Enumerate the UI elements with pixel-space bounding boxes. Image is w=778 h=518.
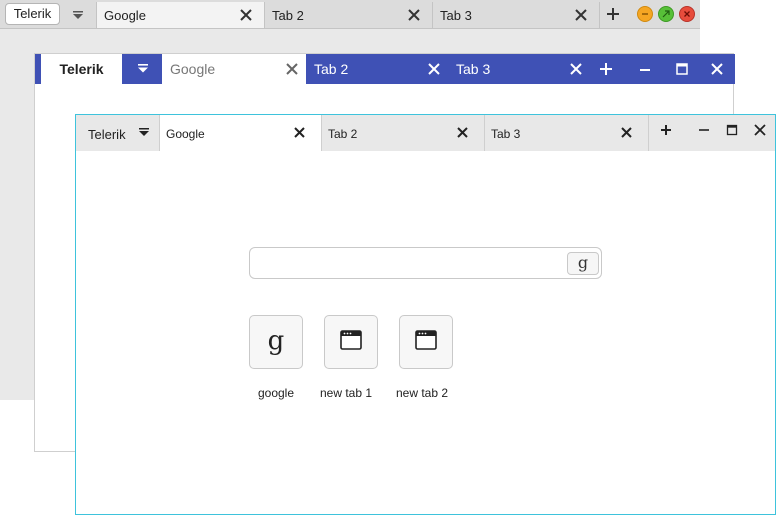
- tab-google[interactable]: Google: [162, 54, 306, 84]
- add-tab-icon[interactable]: [599, 62, 613, 76]
- brand-button[interactable]: Telerik: [88, 127, 126, 142]
- tab-2[interactable]: Tab 2: [306, 54, 448, 84]
- tab-label: Google: [104, 8, 146, 23]
- tab-label: Tab 3: [491, 127, 521, 141]
- tab-2[interactable]: Tab 2: [264, 2, 432, 28]
- shortcut-google[interactable]: g: [249, 315, 303, 369]
- tab-label: Tab 2: [328, 127, 358, 141]
- chevron-down-icon: [73, 11, 83, 19]
- add-tab-icon[interactable]: [660, 124, 672, 136]
- tab-list-dropdown[interactable]: [122, 54, 162, 84]
- tab-3[interactable]: Tab 3: [432, 2, 600, 28]
- tab-label: Tab 2: [314, 61, 349, 77]
- minimize-icon[interactable]: [698, 124, 710, 136]
- maximize-button[interactable]: [658, 6, 674, 22]
- close-icon[interactable]: [294, 127, 305, 138]
- tab-label: Tab 3: [440, 8, 472, 23]
- search-button[interactable]: g: [567, 252, 599, 275]
- minimize-icon[interactable]: [638, 62, 652, 76]
- tab-google[interactable]: Google: [96, 2, 264, 28]
- tab-google[interactable]: Google: [159, 115, 322, 151]
- shortcut-new-tab-1[interactable]: [324, 315, 378, 369]
- close-window-button[interactable]: [679, 6, 695, 22]
- google-g-icon: g: [577, 253, 589, 272]
- close-icon[interactable]: [240, 9, 252, 21]
- brand-button[interactable]: Telerik: [5, 3, 60, 25]
- add-tab-icon[interactable]: [606, 7, 620, 21]
- close-icon[interactable]: [286, 63, 298, 75]
- maximize-icon[interactable]: [675, 62, 689, 76]
- close-icon[interactable]: [575, 9, 587, 21]
- shortcut-label[interactable]: new tab 1: [306, 386, 386, 400]
- google-g-icon: g: [267, 326, 285, 356]
- close-icon[interactable]: [570, 63, 582, 75]
- tab-list-dropdown[interactable]: [70, 7, 86, 23]
- minus-icon: [642, 13, 648, 15]
- search-box: g: [249, 247, 602, 279]
- maximize-icon[interactable]: [726, 124, 738, 136]
- close-icon[interactable]: [457, 127, 468, 138]
- close-icon[interactable]: [621, 127, 632, 138]
- shortcut-label[interactable]: new tab 2: [382, 386, 462, 400]
- tab-label: Tab 2: [272, 8, 304, 23]
- browser-window-icon: [415, 330, 437, 350]
- expand-icon: [662, 10, 670, 18]
- close-window-icon[interactable]: [754, 124, 766, 136]
- shortcut-label[interactable]: google: [236, 386, 316, 400]
- tab-label: Google: [166, 127, 205, 141]
- browser-window-icon: [340, 330, 362, 350]
- search-input[interactable]: [256, 252, 560, 276]
- tab-strip: Telerik Google Tab 2 Tab 3: [76, 115, 775, 151]
- close-icon[interactable]: [408, 9, 420, 21]
- tab-3[interactable]: Tab 3: [448, 54, 590, 84]
- close-icon: [684, 11, 690, 17]
- tab-label: Tab 3: [456, 61, 491, 77]
- close-window-icon[interactable]: [710, 62, 724, 76]
- tab-label: Google: [170, 61, 216, 77]
- tab-3[interactable]: Tab 3: [485, 115, 649, 151]
- chevron-down-icon[interactable]: [138, 127, 150, 139]
- tab-strip: Telerik Google Tab 2 Tab 3: [0, 0, 700, 29]
- close-icon[interactable]: [428, 63, 440, 75]
- window-flat-theme: Telerik Google Tab 2 Tab 3 g g google ne…: [75, 114, 776, 515]
- tab-2[interactable]: Tab 2: [322, 115, 485, 151]
- tab-strip: Telerik Google Tab 2 Tab 3: [35, 54, 735, 84]
- minimize-button[interactable]: [637, 6, 653, 22]
- brand-button[interactable]: Telerik: [41, 54, 122, 84]
- shortcut-new-tab-2[interactable]: [399, 315, 453, 369]
- chevron-down-icon: [138, 64, 148, 73]
